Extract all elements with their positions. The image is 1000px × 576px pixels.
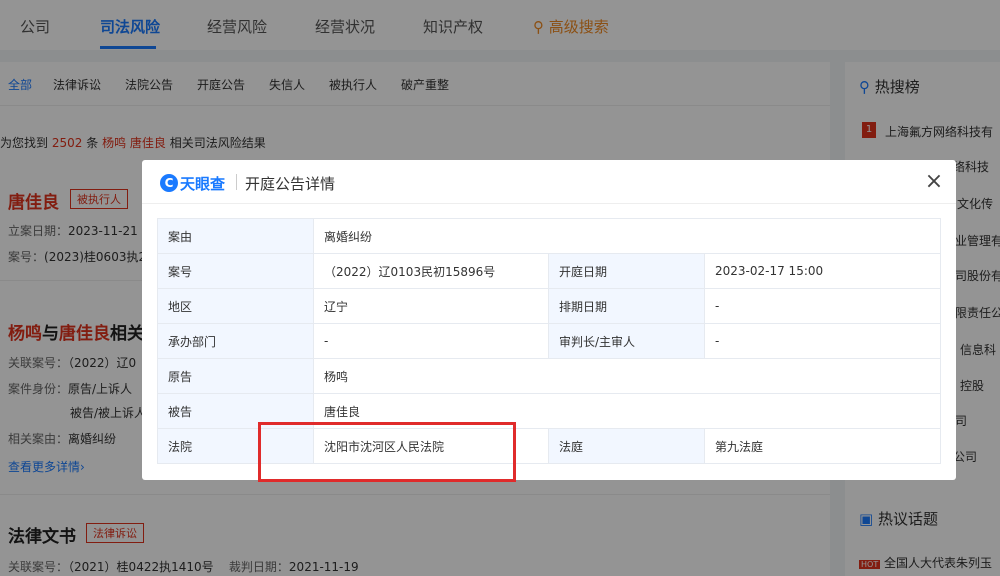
field-label: 原告 — [157, 358, 314, 394]
field-value: （2022）辽0103民初15896号 — [313, 253, 549, 289]
field-value: - — [703, 323, 942, 359]
field-label: 案号 — [157, 253, 314, 289]
table-row: 承办部门 - 审判长/主审人 - — [157, 323, 942, 359]
table-row: 地区 辽宁 排期日期 - — [157, 288, 942, 324]
field-value: 第九法庭 — [703, 428, 942, 464]
logo-icon: C — [160, 174, 178, 192]
field-value: - — [313, 323, 549, 359]
tianyancha-logo: C 天眼查 — [160, 172, 225, 194]
field-label: 审判长/主审人 — [548, 323, 705, 359]
table-row: 案由 离婚纠纷 — [157, 218, 942, 254]
header-divider — [236, 174, 237, 190]
field-value: 2023-02-17 15:00 — [703, 253, 942, 289]
field-label: 地区 — [157, 288, 314, 324]
field-value: 辽宁 — [313, 288, 549, 324]
table-row: 原告 杨鸣 — [157, 358, 942, 394]
field-label: 承办部门 — [157, 323, 314, 359]
field-label: 案由 — [157, 218, 314, 254]
field-value: 杨鸣 — [312, 358, 942, 394]
field-label: 开庭日期 — [548, 253, 705, 289]
close-icon[interactable]: × — [922, 170, 946, 194]
field-value: - — [703, 288, 942, 324]
dialog-title: 开庭公告详情 — [245, 175, 336, 193]
field-label: 排期日期 — [548, 288, 705, 324]
field-label: 法庭 — [548, 428, 705, 464]
dialog-header: C 天眼查 开庭公告详情 × — [142, 160, 956, 204]
field-value: 离婚纠纷 — [312, 218, 942, 254]
highlight-annotation — [258, 422, 516, 482]
table-row: 案号 （2022）辽0103民初15896号 开庭日期 2023-02-17 1… — [157, 253, 942, 289]
